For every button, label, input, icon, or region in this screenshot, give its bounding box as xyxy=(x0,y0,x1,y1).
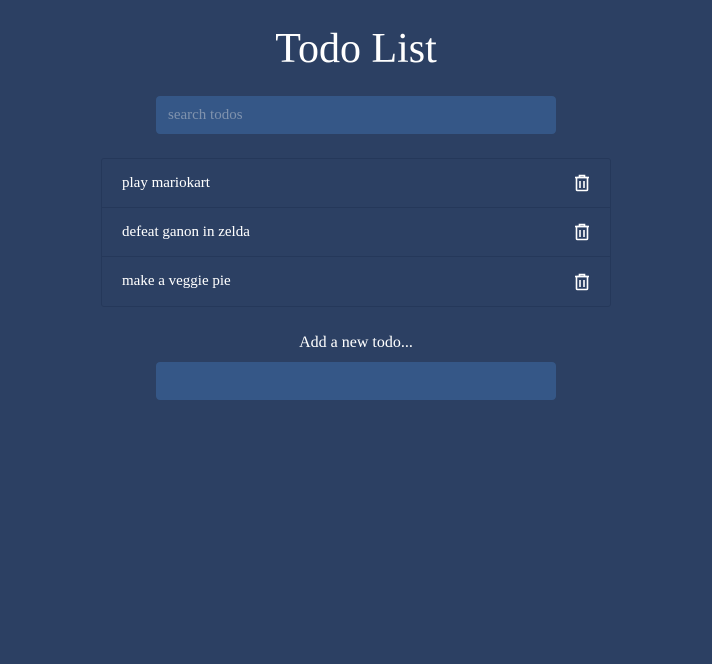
todo-text: play mariokart xyxy=(122,174,210,191)
todo-list: play mariokart defeat ganon in zelda mak… xyxy=(101,158,611,307)
todo-text: make a veggie pie xyxy=(122,273,231,289)
trash-icon[interactable] xyxy=(574,273,590,291)
list-item: play mariokart xyxy=(102,159,610,208)
add-todo-label: Add a new todo... xyxy=(299,334,413,351)
trash-icon[interactable] xyxy=(574,223,590,241)
trash-icon[interactable] xyxy=(574,174,590,192)
page-title: Todo List xyxy=(275,26,437,72)
todo-text: defeat ganon in zelda xyxy=(122,223,250,240)
list-item: defeat ganon in zelda xyxy=(102,208,610,257)
search-input[interactable] xyxy=(156,96,556,134)
add-todo-input[interactable] xyxy=(156,362,556,400)
list-item: make a veggie pie xyxy=(102,257,610,306)
